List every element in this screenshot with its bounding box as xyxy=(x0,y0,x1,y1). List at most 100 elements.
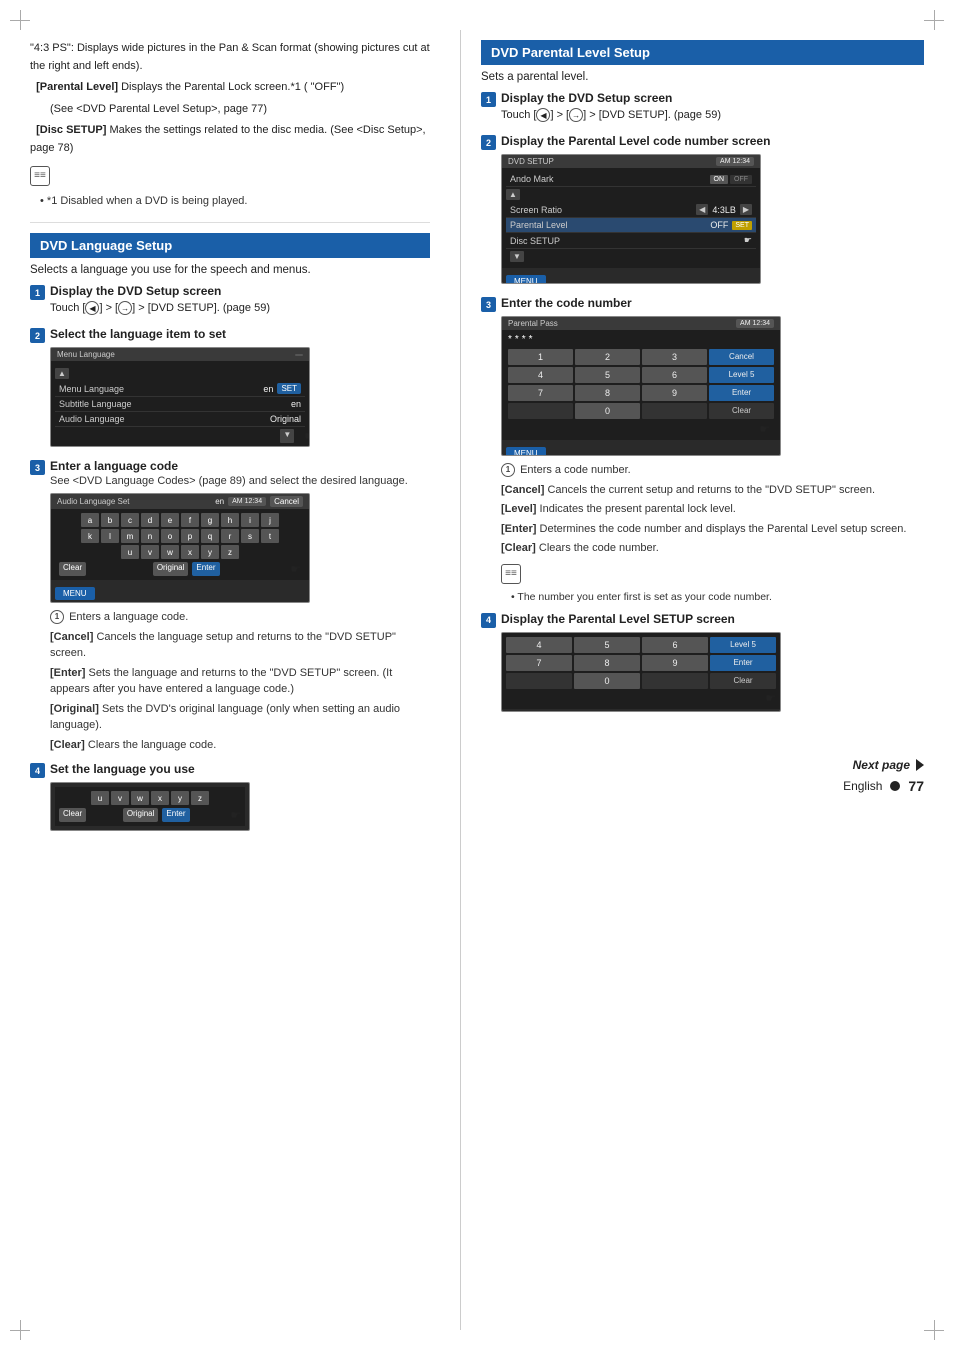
key-m[interactable]: m xyxy=(121,529,139,543)
num-3[interactable]: 3 xyxy=(642,349,707,365)
key-n[interactable]: n xyxy=(141,529,159,543)
num-4[interactable]: 4 xyxy=(508,367,573,383)
audio-enter-btn[interactable]: Enter xyxy=(192,562,219,576)
step-3-content: Enter a language code See <DVD Language … xyxy=(50,459,430,756)
num-6[interactable]: 6 xyxy=(642,367,707,383)
small-keyboard-area: uvwxyz Clear Original Enter ☛ xyxy=(55,787,245,826)
num-2[interactable]: 2 xyxy=(575,349,640,365)
dvd-setup-screen: DVD SETUP AM 12:34 Ando Mark ON OFF xyxy=(501,154,761,284)
key-s[interactable]: s xyxy=(241,529,259,543)
parental-pass-menu-btn[interactable]: MENU xyxy=(506,447,546,456)
small-key-y[interactable]: y xyxy=(171,791,189,805)
ratio-left-btn[interactable]: ◀ xyxy=(696,204,708,215)
left-step-1: 1 Display the DVD Setup screen Touch [◀]… xyxy=(30,284,430,321)
disc-setup-label: [Disc SETUP] xyxy=(36,124,106,136)
key-b[interactable]: b xyxy=(101,513,119,527)
key-j[interactable]: j xyxy=(261,513,279,527)
key-w[interactable]: w xyxy=(161,545,179,559)
num-8[interactable]: 8 xyxy=(575,385,640,401)
small-key-v[interactable]: v xyxy=(111,791,129,805)
bottom-num-5[interactable]: 5 xyxy=(574,637,640,653)
key-z[interactable]: z xyxy=(221,545,239,559)
key-g[interactable]: g xyxy=(201,513,219,527)
dvd-scroll-down[interactable]: ▼ xyxy=(510,251,524,262)
small-key-z[interactable]: z xyxy=(191,791,209,805)
page-num-area: English 77 xyxy=(843,778,924,794)
step-num-3: 3 xyxy=(30,460,45,475)
left-step-3: 3 Enter a language code See <DVD Languag… xyxy=(30,459,430,756)
column-divider xyxy=(460,30,461,1330)
key-x[interactable]: x xyxy=(181,545,199,559)
small-enter-btn[interactable]: Enter xyxy=(162,808,189,822)
menu-lang-value-area: en SET xyxy=(263,383,301,394)
right-desc-cancel: [Cancel] Cancels the current setup and r… xyxy=(501,482,924,499)
bottom-clear-key[interactable]: Clear xyxy=(710,673,776,689)
parental-level-row-label: Parental Level xyxy=(510,220,568,230)
lang-scroll-down[interactable]: ▼ xyxy=(280,429,294,443)
key-t[interactable]: t xyxy=(261,529,279,543)
dvd-setup-menu-btn[interactable]: MENU xyxy=(506,275,546,284)
dvd-setup-body: Ando Mark ON OFF ▲ xyxy=(502,168,760,268)
key-v[interactable]: v xyxy=(141,545,159,559)
key-y[interactable]: y xyxy=(201,545,219,559)
key-l[interactable]: l xyxy=(101,529,119,543)
key-i[interactable]: i xyxy=(241,513,259,527)
step-2-content: Select the language item to set Menu Lan… xyxy=(50,327,430,453)
audio-clear-btn[interactable]: Clear xyxy=(59,562,86,576)
lang-scroll-up[interactable]: ▲ xyxy=(55,368,69,379)
key-d[interactable]: d xyxy=(141,513,159,527)
key-o[interactable]: o xyxy=(161,529,179,543)
key-f[interactable]: f xyxy=(181,513,199,527)
bottom-num-8[interactable]: 8 xyxy=(574,655,640,671)
key-q[interactable]: q xyxy=(201,529,219,543)
num-5[interactable]: 5 xyxy=(575,367,640,383)
audio-menu-row: MENU xyxy=(51,583,309,602)
bottom-num-9[interactable]: 9 xyxy=(642,655,708,671)
key-e[interactable]: e xyxy=(161,513,179,527)
bottom-num-7[interactable]: 7 xyxy=(506,655,572,671)
num-1[interactable]: 1 xyxy=(508,349,573,365)
bottom-num-0[interactable]: 0 xyxy=(574,673,640,689)
clear-key[interactable]: Clear xyxy=(709,403,774,419)
small-key-w[interactable]: w xyxy=(131,791,149,805)
off-btn[interactable]: OFF xyxy=(730,175,752,184)
bottom-level-key[interactable]: Level 5 xyxy=(710,637,776,653)
bottom-num-4[interactable]: 4 xyxy=(506,637,572,653)
level-key[interactable]: Level 5 xyxy=(709,367,774,383)
step-num-1: 1 xyxy=(30,285,45,300)
audio-menu-btn[interactable]: MENU xyxy=(55,587,95,600)
cancel-key[interactable]: Cancel xyxy=(709,349,774,365)
key-p[interactable]: p xyxy=(181,529,199,543)
num-0[interactable]: 0 xyxy=(575,403,640,419)
key-u[interactable]: u xyxy=(121,545,139,559)
audio-lang-screen-container: Audio Language Set en AM 12:34 Cancel ab… xyxy=(50,493,430,603)
audio-lang-time: AM 12:34 xyxy=(228,497,266,506)
enter-key[interactable]: Enter xyxy=(709,385,774,401)
small-clear-btn[interactable]: Clear xyxy=(59,808,86,822)
on-btn[interactable]: ON xyxy=(710,175,729,184)
step-1-content: Display the DVD Setup screen Touch [◀] >… xyxy=(50,284,430,321)
small-original-btn[interactable]: Original xyxy=(123,808,159,822)
set-btn[interactable]: SET xyxy=(277,383,301,394)
key-h[interactable]: h xyxy=(221,513,239,527)
key-k[interactable]: k xyxy=(81,529,99,543)
dvd-setup-time: AM 12:34 xyxy=(716,157,754,166)
audio-cancel-btn[interactable]: Cancel xyxy=(270,496,303,507)
key-a[interactable]: a xyxy=(81,513,99,527)
small-key-x[interactable]: x xyxy=(151,791,169,805)
key-r[interactable]: r xyxy=(221,529,239,543)
bottom-enter-key[interactable]: Enter xyxy=(710,655,776,671)
step-4-content: Set the language you use uvwxyz Clear Or… xyxy=(50,762,430,837)
num-7[interactable]: 7 xyxy=(508,385,573,401)
num-9[interactable]: 9 xyxy=(642,385,707,401)
dvd-scroll-up[interactable]: ▲ xyxy=(506,189,520,200)
audio-lang-screen-title: Audio Language Set xyxy=(57,497,130,506)
audio-original-btn[interactable]: Original xyxy=(153,562,189,576)
step-num-2: 2 xyxy=(30,328,45,343)
small-key-u[interactable]: u xyxy=(91,791,109,805)
hand-cursor-pass: ☛ xyxy=(759,422,770,436)
ratio-right-btn[interactable]: ▶ xyxy=(740,204,752,215)
key-c[interactable]: c xyxy=(121,513,139,527)
bottom-num-6[interactable]: 6 xyxy=(642,637,708,653)
dvd-setup-screen-container: DVD SETUP AM 12:34 Ando Mark ON OFF xyxy=(501,154,924,284)
